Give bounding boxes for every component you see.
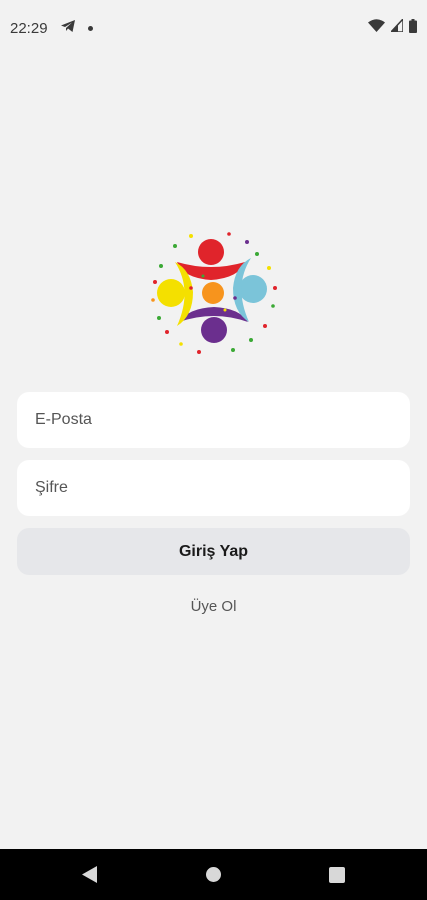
- battery-icon: [409, 18, 417, 38]
- status-right: [368, 17, 417, 38]
- status-bar: 22:29: [0, 0, 427, 56]
- email-input[interactable]: [33, 410, 394, 430]
- password-input[interactable]: [33, 478, 394, 498]
- back-icon[interactable]: [82, 866, 98, 888]
- password-field[interactable]: [17, 460, 410, 516]
- register-link[interactable]: Üye Ol: [0, 598, 427, 615]
- wifi-icon: [368, 19, 385, 37]
- logo-icon: [147, 226, 281, 360]
- status-left: 22:29: [10, 19, 93, 37]
- telegram-icon: [60, 19, 76, 37]
- home-icon[interactable]: [206, 867, 221, 882]
- status-time: 22:29: [10, 19, 48, 37]
- notification-dot-icon: [87, 25, 93, 31]
- signal-icon: [389, 17, 404, 37]
- email-field[interactable]: [17, 392, 410, 448]
- navigation-bar: [0, 849, 427, 900]
- recents-icon[interactable]: [329, 867, 345, 883]
- login-button[interactable]: Giriş Yap: [17, 528, 410, 575]
